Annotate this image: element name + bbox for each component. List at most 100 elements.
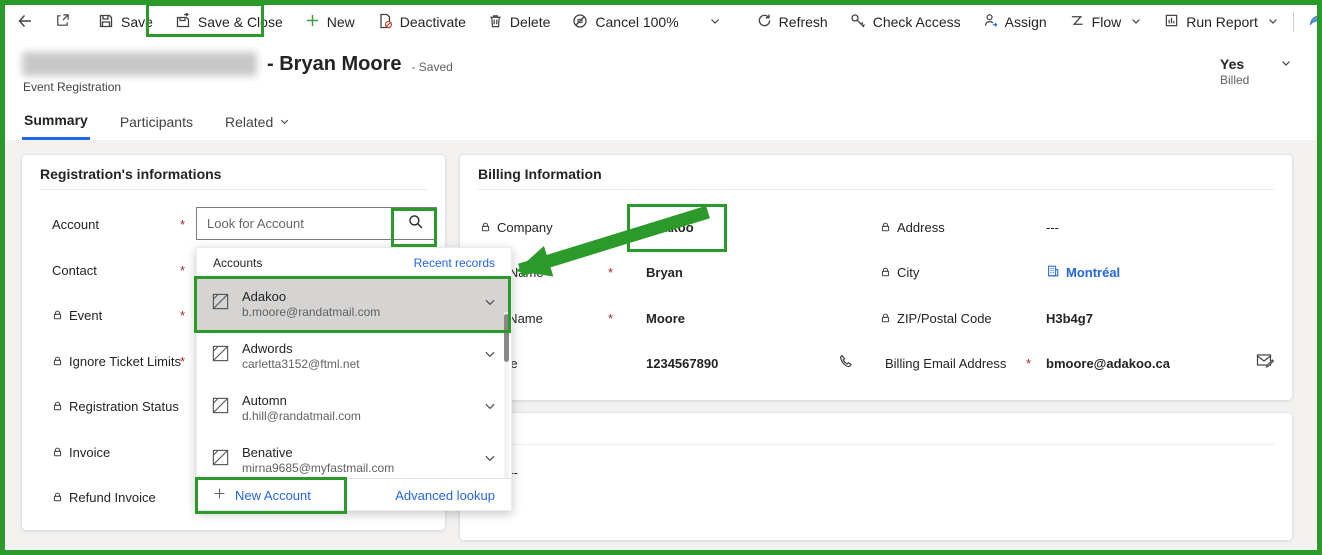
- key-icon: [850, 13, 866, 32]
- lookup-result-automn[interactable]: Automnd.hill@randatmail.com: [197, 382, 511, 434]
- cancel-icon: [572, 13, 588, 32]
- zip-value: H3b4g7: [1046, 311, 1093, 326]
- refresh-button[interactable]: Refresh: [746, 6, 839, 38]
- assign-button[interactable]: Assign: [972, 6, 1058, 38]
- popout-button[interactable]: [44, 6, 81, 38]
- flow-label: Flow: [1092, 14, 1122, 30]
- required-asterisk: *: [180, 308, 185, 323]
- field-account: Account *: [22, 204, 445, 244]
- section-title: Registration's informations: [40, 166, 221, 182]
- save-button[interactable]: Save: [87, 6, 164, 38]
- account-entity-icon: [211, 292, 230, 316]
- back-button[interactable]: [6, 6, 44, 38]
- email-icon[interactable]: [1256, 353, 1274, 373]
- cancel-label: Cancel 100%: [595, 14, 678, 30]
- deactivate-button[interactable]: Deactivate: [366, 6, 477, 38]
- tab-summary[interactable]: Summary: [22, 110, 90, 140]
- required-asterisk: *: [180, 263, 185, 278]
- new-label: New: [327, 14, 355, 30]
- chevron-down-icon[interactable]: [483, 399, 497, 418]
- recent-records-link[interactable]: Recent records: [414, 256, 495, 270]
- scrollbar-thumb[interactable]: [504, 314, 509, 362]
- save-status: - Saved: [411, 54, 452, 74]
- share-button[interactable]: Share: [1297, 6, 1322, 38]
- chevron-down-icon[interactable]: [483, 295, 497, 314]
- last-name-value: Moore: [646, 311, 685, 326]
- chevron-down-icon: [1267, 14, 1279, 30]
- run-report-label: Run Report: [1186, 14, 1258, 30]
- lock-icon: [880, 266, 891, 278]
- refresh-label: Refresh: [779, 14, 828, 30]
- first-name-value: Bryan: [646, 265, 683, 280]
- lookup-result-benative[interactable]: Benativemirna9685@myfastmail.com: [197, 434, 511, 478]
- plus-icon: [305, 13, 320, 31]
- person-icon: [983, 13, 998, 31]
- form-tabs: Summary Participants Related: [22, 110, 292, 140]
- cancel-button[interactable]: Cancel 100%: [561, 6, 689, 38]
- lookup-result-adakoo[interactable]: Adakoob.moore@randatmail.com: [197, 278, 511, 330]
- tab-related[interactable]: Related: [223, 110, 292, 140]
- flyout-entity-label: Accounts: [213, 256, 262, 270]
- trash-icon: [488, 13, 503, 32]
- building-icon: [1046, 264, 1060, 281]
- city-value-link[interactable]: Montréal: [1046, 264, 1120, 281]
- plus-icon: [213, 487, 226, 503]
- save-and-close-icon: [175, 13, 191, 32]
- lock-icon: [880, 312, 891, 324]
- save-icon: [98, 13, 114, 32]
- account-entity-icon: [211, 448, 230, 472]
- row-firstname-city: First Name * Bryan City Montréal: [460, 252, 1292, 292]
- chevron-down-icon[interactable]: [483, 451, 497, 470]
- account-entity-icon: [211, 344, 230, 368]
- lookup-result-adwords[interactable]: Adwordscarletta3152@ftml.net: [197, 330, 511, 382]
- billed-label: Billed: [1220, 73, 1298, 87]
- row-lastname-zip: Last Name * Moore ZIP/Postal Code H3b4g7: [460, 298, 1292, 338]
- flyout-scrollbar[interactable]: [504, 312, 509, 478]
- lock-icon: [880, 221, 891, 233]
- save-and-close-button[interactable]: Save & Close: [164, 6, 294, 38]
- delete-button[interactable]: Delete: [477, 6, 561, 38]
- account-lookup-field[interactable]: [196, 207, 437, 240]
- chevron-down-icon[interactable]: [483, 347, 497, 366]
- deactivate-icon: [377, 13, 393, 32]
- search-icon: [407, 213, 424, 235]
- check-access-button[interactable]: Check Access: [839, 6, 972, 38]
- billed-value: Yes: [1220, 56, 1244, 72]
- assign-label: Assign: [1005, 14, 1047, 30]
- section-divider: [40, 189, 427, 190]
- flyout-header: Accounts Recent records: [197, 248, 511, 278]
- save-and-close-label: Save & Close: [198, 14, 283, 30]
- chevron-down-icon: [709, 14, 721, 30]
- phone-icon[interactable]: [838, 353, 854, 374]
- chevron-down-icon: [1280, 56, 1292, 72]
- entity-name: Event Registration: [23, 80, 121, 94]
- billed-header-field[interactable]: Yes Billed: [1220, 56, 1298, 87]
- row-phone-email: Phone 1234567890 Billing Email Address *…: [460, 343, 1292, 383]
- new-button[interactable]: New: [294, 6, 366, 38]
- tab-participants[interactable]: Participants: [118, 110, 195, 140]
- lock-icon: [52, 355, 63, 367]
- address-value: ---: [1046, 220, 1059, 235]
- new-account-button[interactable]: New Account: [213, 487, 311, 503]
- section-divider: [478, 444, 1274, 445]
- flow-button[interactable]: Flow: [1058, 6, 1154, 38]
- lock-icon: [52, 446, 63, 458]
- section-title: Billing Information: [478, 166, 602, 182]
- overflow-menu-button[interactable]: [696, 6, 732, 38]
- delete-label: Delete: [510, 14, 550, 30]
- run-report-button[interactable]: Run Report: [1153, 6, 1290, 38]
- account-lookup-input[interactable]: [197, 216, 394, 231]
- save-label: Save: [121, 14, 153, 30]
- required-asterisk: *: [1026, 356, 1031, 371]
- lookup-search-button[interactable]: [394, 208, 436, 239]
- flyout-footer: New Account Advanced lookup: [197, 478, 511, 511]
- record-title: - Bryan Moore: [267, 53, 401, 76]
- lock-icon: [52, 309, 63, 321]
- required-asterisk: *: [180, 217, 185, 232]
- billing-section: Billing Information Company Adakoo Addre…: [460, 155, 1292, 400]
- advanced-lookup-link[interactable]: Advanced lookup: [395, 488, 495, 503]
- lock-icon: [480, 221, 491, 233]
- chevron-down-icon: [1130, 14, 1142, 30]
- check-access-label: Check Access: [873, 14, 961, 30]
- refresh-icon: [757, 13, 772, 31]
